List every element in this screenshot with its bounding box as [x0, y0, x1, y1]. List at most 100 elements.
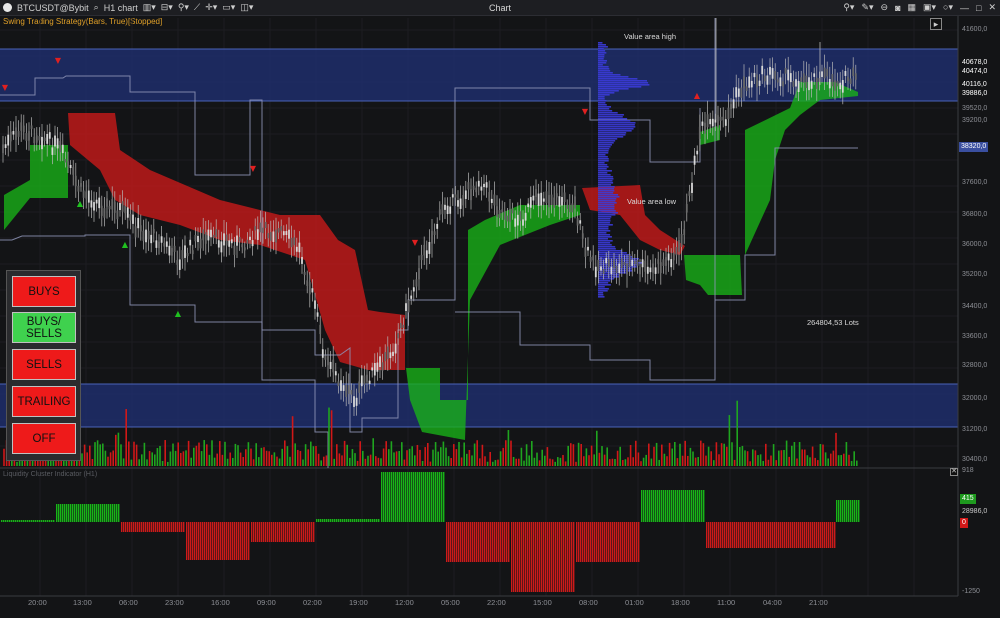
pin-icon[interactable]: ⚲▾	[843, 2, 854, 13]
volume-bar	[663, 453, 666, 466]
indicator-bar	[776, 522, 778, 548]
indicator-bar	[504, 522, 506, 562]
indicator-bar	[748, 522, 750, 548]
candle-body	[628, 254, 631, 267]
indicator-bar	[228, 522, 230, 560]
crosshair-icon[interactable]: ✛▾	[205, 2, 217, 13]
candle-body	[262, 227, 264, 234]
draw-tools-icon[interactable]: ⊟▾	[161, 2, 173, 13]
volume-bar	[739, 447, 741, 466]
time-tick-label: 11:00	[717, 598, 736, 607]
signal-arrow-icon: ▲	[122, 240, 129, 249]
symbol-selector[interactable]: BTCUSDT@Bybit	[17, 3, 89, 13]
indicator-bar	[718, 522, 720, 548]
indicator-bar	[234, 522, 236, 560]
profile-bar	[598, 64, 603, 66]
indicator-bar	[246, 522, 248, 560]
buys-button[interactable]: BUYS	[12, 276, 76, 307]
volume-bar	[180, 452, 182, 466]
indicator-bar	[370, 519, 372, 522]
volume-bar	[783, 449, 785, 466]
indicator-bar	[425, 472, 427, 522]
indicator-bar	[210, 522, 212, 560]
volume-bar	[778, 450, 780, 466]
indicator-bar	[431, 472, 433, 522]
volume-bar	[752, 449, 754, 466]
indicator-bar	[127, 522, 129, 532]
volume-bar	[489, 451, 491, 466]
price-chart[interactable]: ▼ ▼ ▼ ▼ ▼ ▲ ▲ ▲ ▲	[0, 16, 1000, 618]
candle-body	[9, 131, 12, 142]
profile-bar	[598, 84, 650, 86]
trailing-button[interactable]: TRAILING	[12, 386, 76, 417]
candle-body	[618, 263, 621, 273]
volume-bar	[658, 459, 660, 466]
indicator-bar	[643, 490, 645, 522]
volume-bar	[351, 449, 354, 466]
value-area-low-label: Value area low	[627, 197, 677, 206]
template-icon[interactable]: ◫▾	[240, 2, 253, 13]
volume-bar	[315, 446, 317, 466]
indicator-bar	[820, 522, 822, 548]
settings-icon[interactable]: ▸	[930, 18, 942, 30]
volume-bar	[167, 461, 169, 466]
candle-body	[766, 75, 769, 85]
camera-icon[interactable]: ◙	[895, 3, 900, 13]
buys-sells-button[interactable]: BUYS/ SELLS	[12, 312, 76, 343]
profile-bar	[598, 112, 618, 114]
volume-bar	[432, 449, 434, 466]
profile-bar	[598, 182, 614, 184]
lock-icon[interactable]: ▣▾	[923, 2, 936, 13]
chart-type-icon[interactable]: ▥▾	[143, 2, 156, 13]
profile-bar	[598, 154, 606, 156]
indicator-bar	[161, 522, 163, 532]
value-area-band-bottom	[0, 384, 958, 427]
candle-body	[529, 197, 532, 208]
timeframe-selector[interactable]: H1 chart	[104, 3, 138, 13]
price-tick-label: 35200,0	[962, 271, 988, 278]
candle-body	[142, 230, 145, 241]
indicator-bar	[316, 519, 318, 522]
volume-bar	[96, 440, 99, 466]
grid-icon[interactable]: ▦	[908, 2, 917, 13]
volume-bar	[450, 458, 452, 466]
close-panel-icon[interactable]: ✕	[950, 468, 958, 476]
indicator-bar	[362, 519, 364, 522]
volume-bar	[583, 456, 585, 466]
off-button[interactable]: OFF	[12, 423, 76, 454]
profile-bar	[598, 262, 643, 264]
maximize-icon[interactable]: □	[976, 3, 981, 13]
candle-body	[46, 133, 49, 144]
indicator-bar	[68, 504, 70, 522]
pencil-icon[interactable]: ✎▾	[861, 2, 873, 13]
indicator-bar	[476, 522, 478, 562]
volume-bar	[681, 455, 684, 466]
volume-bar	[310, 441, 312, 466]
indicator-bar	[19, 520, 21, 522]
layout-icon[interactable]: ▭▾	[222, 2, 235, 13]
minimize-icon[interactable]: —	[960, 3, 969, 13]
indicator-bar	[800, 522, 802, 548]
candle-body	[238, 237, 241, 242]
indicator-bar	[403, 472, 405, 522]
candle-body	[607, 258, 610, 267]
candle-body	[743, 76, 745, 89]
volume-bar	[736, 400, 738, 466]
indicators-icon[interactable]: ⚲▾	[178, 2, 189, 13]
candle-body	[763, 75, 766, 82]
candle-body	[106, 198, 108, 207]
profile-bar	[598, 92, 615, 94]
sells-button[interactable]: SELLS	[12, 349, 76, 380]
indicator-bar	[478, 522, 480, 562]
indicator-bar	[618, 522, 620, 562]
link-icon[interactable]: ⊖	[881, 2, 889, 13]
candle-body	[220, 241, 223, 253]
search-icon[interactable]: ⌕	[94, 2, 99, 13]
candle-body	[363, 375, 366, 385]
indicator-bar	[669, 490, 671, 522]
line-chart-icon[interactable]: ⟋	[194, 2, 200, 13]
indicator-bar	[673, 490, 675, 522]
close-icon[interactable]: ✕	[988, 2, 996, 13]
circle-icon[interactable]: ○▾	[943, 2, 953, 13]
profile-bar	[598, 190, 615, 192]
